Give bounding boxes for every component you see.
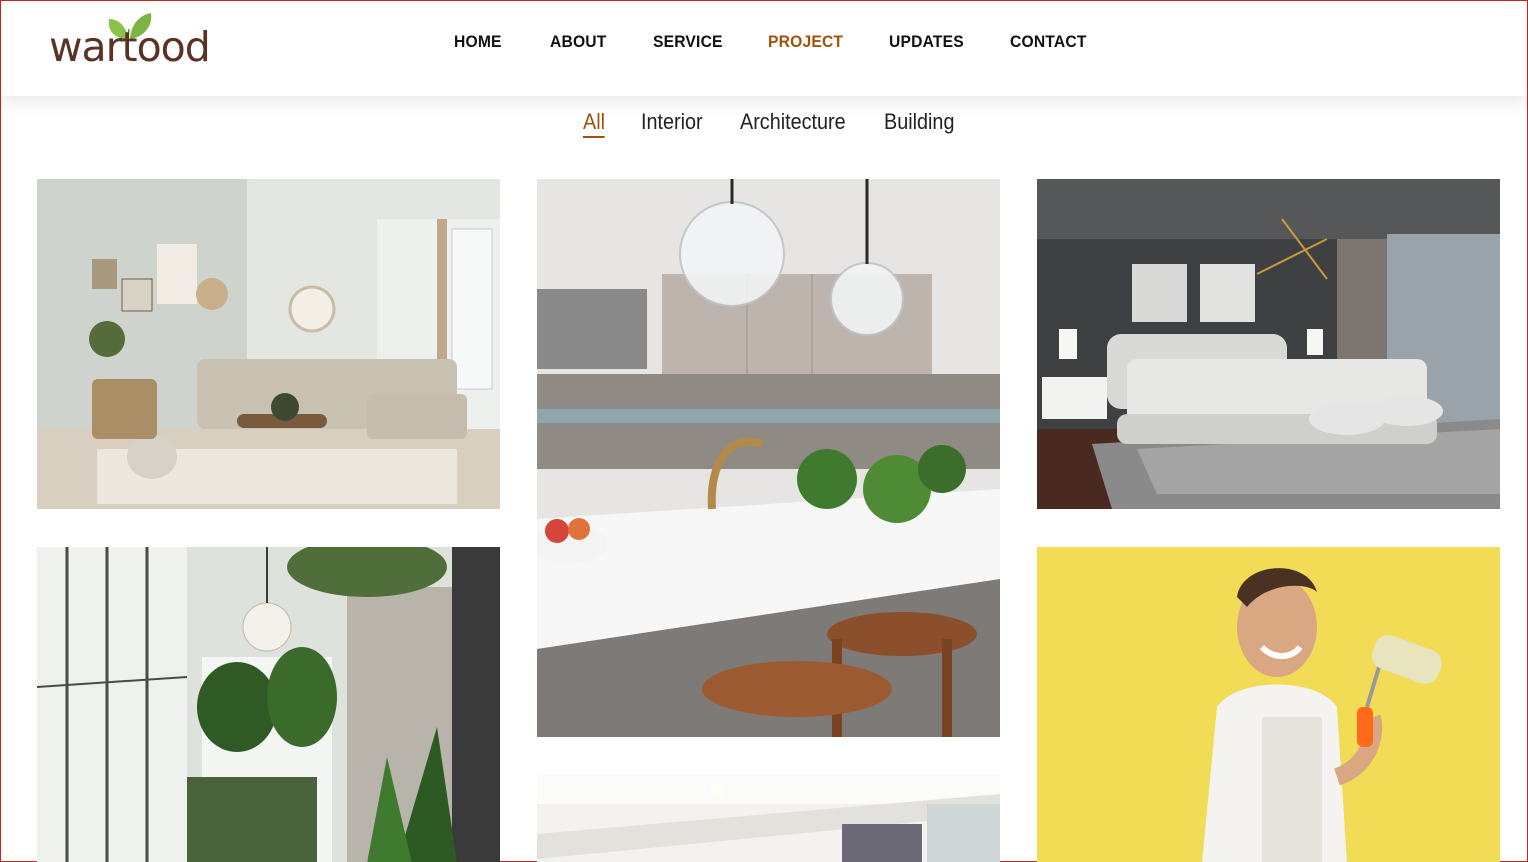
kitchen-image (537, 179, 1000, 737)
bedroom-image (1037, 179, 1500, 509)
logo-text: wartood (49, 23, 211, 71)
painter-image (1037, 547, 1500, 862)
project-photo-sunroom[interactable] (37, 547, 500, 862)
nav-service[interactable]: SERVICE (653, 32, 723, 52)
project-photo-painter[interactable] (1037, 547, 1500, 862)
nav-home[interactable]: HOME (454, 32, 502, 52)
filter-interior[interactable]: Interior (641, 109, 703, 135)
project-photo-ceiling-room[interactable] (537, 774, 1000, 862)
filter-building[interactable]: Building (884, 109, 954, 135)
logo[interactable]: wartood (49, 11, 224, 73)
nav-updates[interactable]: UPDATES (889, 32, 964, 52)
project-photo-kitchen[interactable] (537, 179, 1000, 737)
nav-contact[interactable]: CONTACT (1010, 32, 1087, 52)
filter-architecture[interactable]: Architecture (740, 109, 846, 135)
sunroom-image (37, 547, 500, 862)
project-photo-bedroom[interactable] (1037, 179, 1500, 509)
nav-about[interactable]: ABOUT (550, 32, 607, 52)
ceiling-room-image (537, 774, 1000, 862)
nav-project[interactable]: PROJECT (768, 32, 843, 52)
living-room-image (37, 179, 500, 509)
filter-all[interactable]: All (583, 109, 606, 138)
site-header: wartood HOME ABOUT SERVICE PROJECT UPDAT… (1, 1, 1527, 96)
project-photo-living-room[interactable] (37, 179, 500, 509)
